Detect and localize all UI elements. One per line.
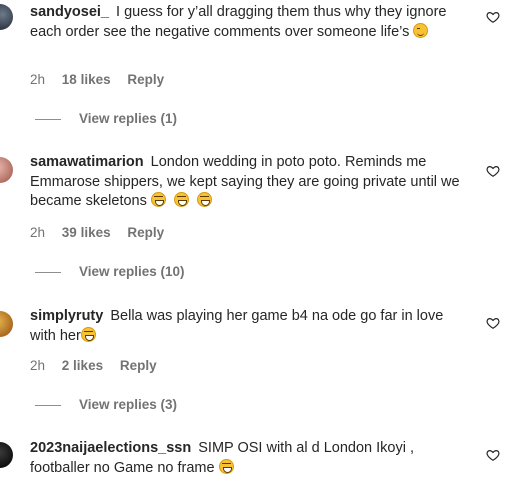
comment-time: 2h [30, 225, 46, 240]
view-replies-label: View replies (3) [79, 397, 178, 412]
comment-username[interactable]: sandyosei_ [30, 4, 109, 20]
laughing-face-emoji-icon [150, 192, 166, 207]
laughing-face-emoji-icon [218, 458, 234, 474]
comment-text: samawatimarion London wedding in poto po… [30, 153, 462, 212]
divider-line [35, 118, 61, 120]
view-replies-button[interactable]: View replies (10) [35, 264, 185, 280]
likes-count[interactable]: 18 likes [62, 72, 111, 87]
reply-button[interactable]: Reply [127, 72, 164, 87]
view-replies-button[interactable]: View replies (1) [35, 111, 177, 127]
reply-button[interactable]: Reply [127, 225, 164, 240]
heart-icon[interactable] [486, 316, 500, 330]
avatar[interactable] [0, 311, 13, 337]
winking-face-emoji-icon [413, 22, 429, 38]
divider-line [35, 404, 61, 406]
likes-count[interactable]: 39 likes [62, 225, 111, 240]
heart-icon[interactable] [486, 10, 500, 24]
divider-line [35, 271, 61, 273]
laughing-face-emoji-icon [173, 192, 189, 207]
comment-meta: 2h 18 likes Reply [30, 72, 177, 88]
avatar[interactable] [0, 442, 13, 468]
heart-icon[interactable] [486, 448, 500, 462]
comment-time: 2h [30, 358, 46, 373]
view-replies-label: View replies (10) [79, 264, 185, 279]
heart-icon[interactable] [486, 164, 500, 178]
comment-meta: 2h 39 likes Reply [30, 225, 177, 241]
comment-text: 2023naijaelections_ssn SIMP OSI with al … [30, 439, 462, 478]
comment-text: sandyosei_ I guess for y’all dragging th… [30, 3, 462, 42]
avatar[interactable] [0, 157, 13, 183]
comment-time: 2h [30, 72, 46, 87]
comment-username[interactable]: samawatimarion [30, 154, 144, 170]
avatar[interactable] [0, 4, 13, 30]
comment-username[interactable]: 2023naijaelections_ssn [30, 440, 191, 456]
reply-button[interactable]: Reply [120, 358, 157, 373]
view-replies-button[interactable]: View replies (3) [35, 397, 177, 413]
comment-username[interactable]: simplyruty [30, 308, 103, 324]
laughing-face-emoji-icon [80, 326, 96, 342]
view-replies-label: View replies (1) [79, 111, 178, 126]
comment-meta: 2h 2 likes Reply [30, 358, 170, 374]
likes-count[interactable]: 2 likes [62, 358, 103, 373]
laughing-face-emoji-icon [196, 192, 212, 207]
comment-text: simplyruty Bella was playing her game b4… [30, 307, 462, 346]
